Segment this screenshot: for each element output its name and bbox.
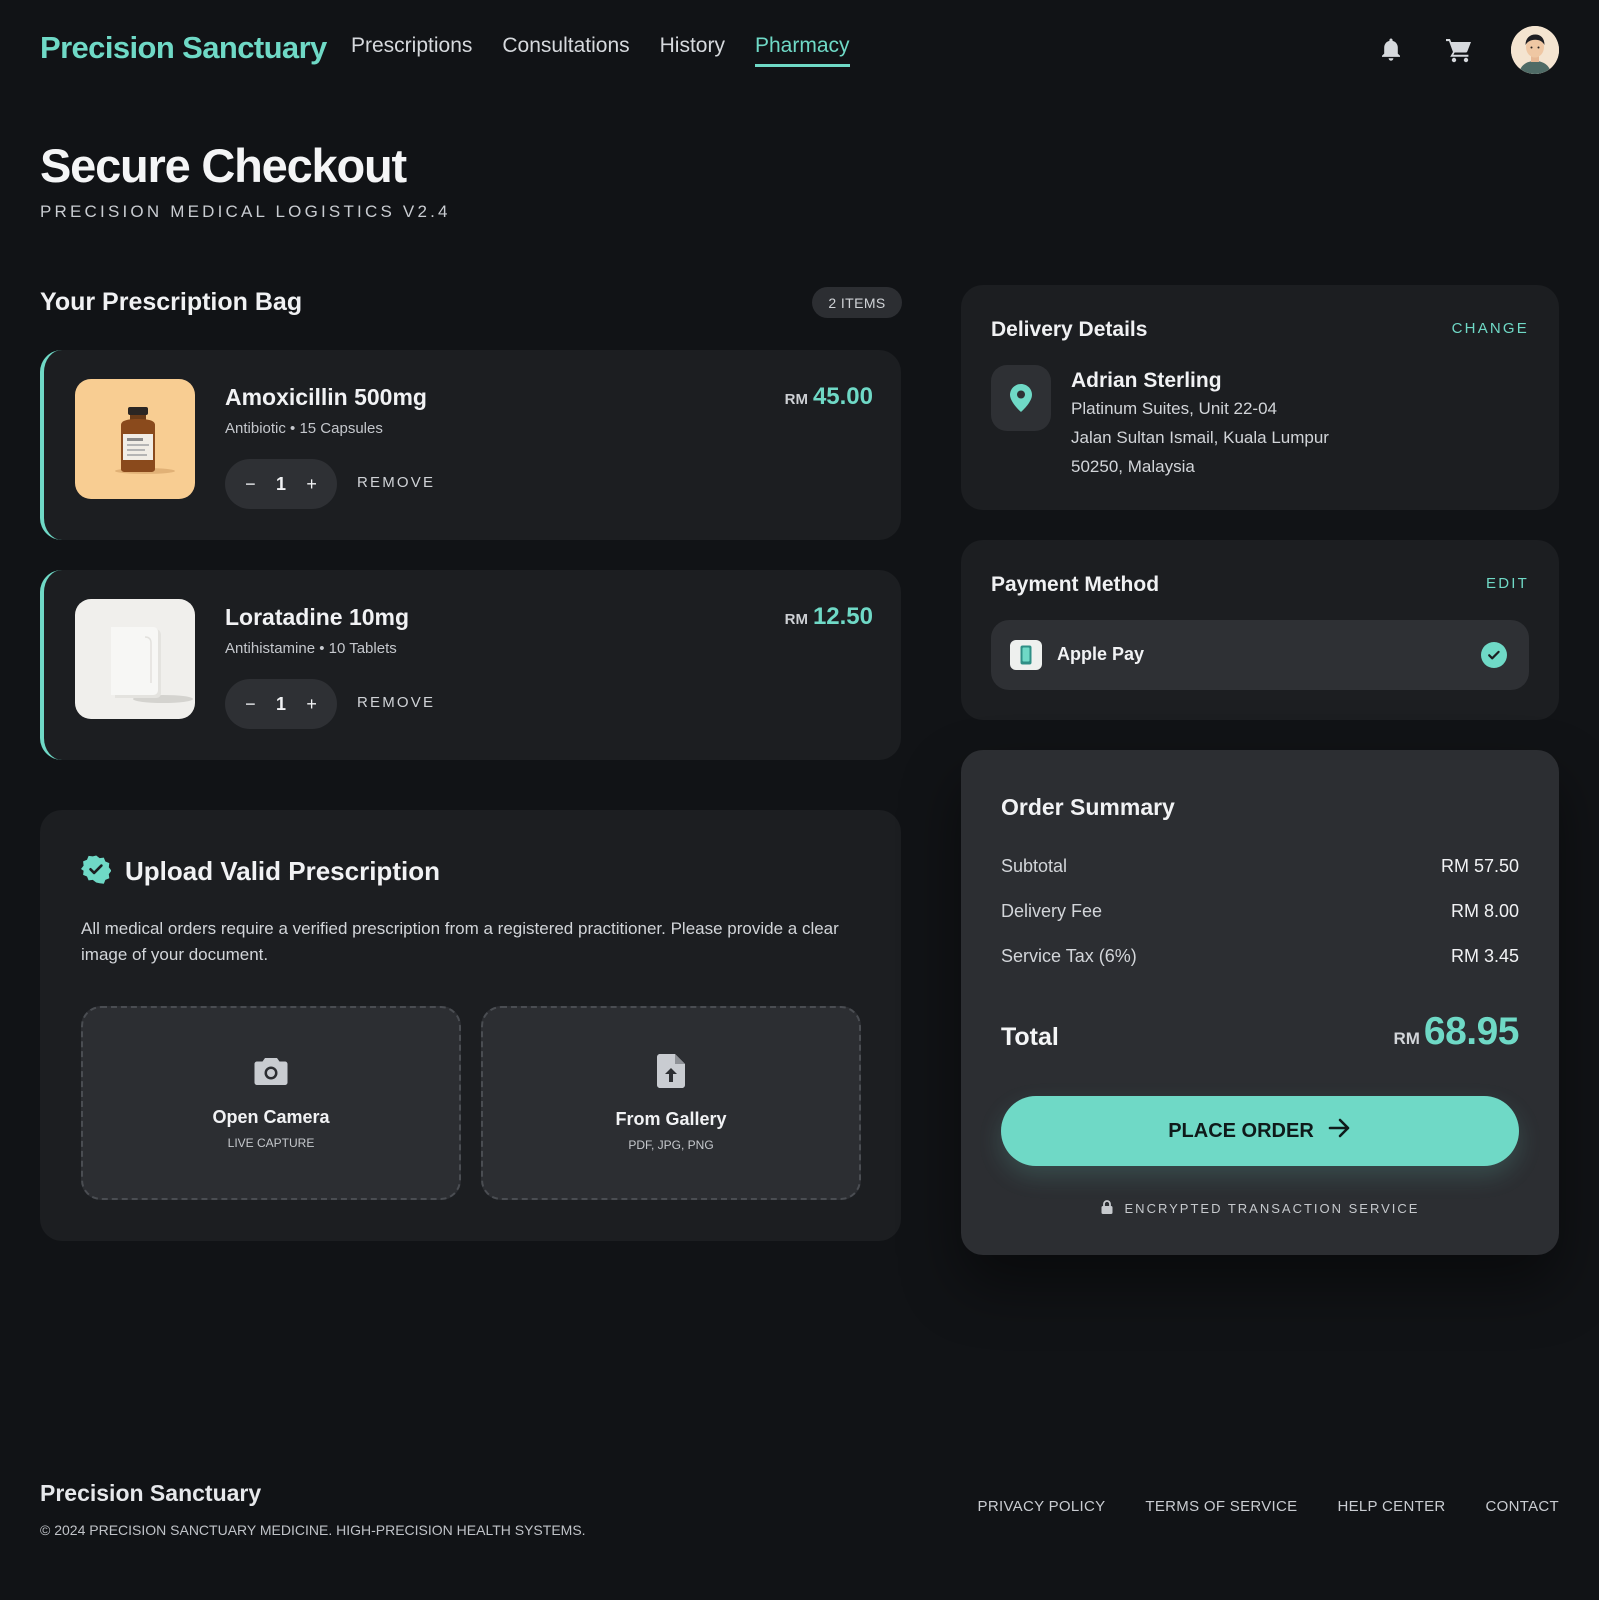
address-line: Platinum Suites, Unit 22-04	[1071, 399, 1277, 418]
main-nav: Prescriptions Consultations History Phar…	[351, 34, 850, 67]
total-currency: RM	[1393, 1029, 1420, 1048]
checkout-page: Precision Sanctuary Prescriptions Consul…	[0, 0, 1599, 1600]
verified-badge-icon	[81, 854, 112, 889]
secure-note-text: ENCRYPTED TRANSACTION SERVICE	[1124, 1201, 1420, 1216]
payment-title: Payment Method	[991, 573, 1160, 596]
payment-option-apple-pay[interactable]: Apple Pay	[991, 620, 1529, 690]
lock-icon	[1101, 1200, 1113, 1217]
payment-method-card: Payment Method EDIT Apple Pay	[961, 540, 1559, 720]
summary-label: Subtotal	[1001, 856, 1068, 876]
quantity-value: 1	[275, 473, 286, 494]
items-count-badge: 2 ITEMS	[812, 287, 902, 318]
phone-icon	[1010, 640, 1042, 670]
nav-prescriptions[interactable]: Prescriptions	[351, 34, 472, 67]
page-title: Secure Checkout	[40, 139, 407, 192]
footer-link-help[interactable]: HELP CENTER	[1337, 1498, 1445, 1515]
price-value: 12.50	[812, 603, 873, 630]
nav-pharmacy[interactable]: Pharmacy	[754, 34, 850, 67]
item-price: RM 12.50	[785, 603, 873, 631]
footer-copyright: © 2024 PRECISION SANCTUARY MEDICINE. HIG…	[40, 1522, 586, 1538]
option-sub: LIVE CAPTURE	[227, 1136, 315, 1150]
upload-prescription-card: Upload Valid Prescription All medical or…	[40, 810, 901, 1241]
edit-payment-button[interactable]: EDIT	[1486, 575, 1529, 592]
decrease-quantity-button[interactable]: −	[238, 474, 262, 495]
brand-logo[interactable]: Precision Sanctuary	[40, 30, 327, 66]
address-line: Jalan Sultan Ismail, Kuala Lumpur	[1071, 428, 1329, 447]
item-meta: Antibiotic • 15 Capsules	[225, 420, 383, 437]
footer-link-contact[interactable]: CONTACT	[1486, 1498, 1559, 1515]
recipient-name: Adrian Sterling	[1071, 369, 1222, 392]
price-value: 45.00	[812, 383, 873, 410]
footer-links: PRIVACY POLICY TERMS OF SERVICE HELP CEN…	[978, 1498, 1559, 1515]
item-name: Amoxicillin 500mg	[225, 384, 427, 410]
order-summary-card: Order Summary Subtotal RM 57.50 Delivery…	[961, 750, 1559, 1255]
summary-label: Delivery Fee	[1001, 901, 1103, 921]
page-subtitle: PRECISION MEDICAL LOGISTICS V2.4	[40, 202, 451, 221]
cart-item-loratadine: Loratadine 10mg Antihistamine • 10 Table…	[40, 570, 901, 760]
remove-item-button[interactable]: REMOVE	[357, 694, 435, 711]
camera-icon	[254, 1056, 288, 1091]
product-image-loratadine	[75, 599, 195, 719]
secure-transaction-note: ENCRYPTED TRANSACTION SERVICE	[961, 1200, 1559, 1217]
price-currency: RM	[784, 611, 808, 628]
address-line: 50250, Malaysia	[1071, 457, 1195, 476]
payment-method-label: Apple Pay	[1057, 644, 1145, 664]
item-name: Loratadine 10mg	[225, 604, 410, 630]
price-currency: RM	[784, 391, 808, 408]
from-gallery-button[interactable]: From Gallery PDF, JPG, PNG	[481, 1006, 861, 1200]
location-pin-icon	[991, 365, 1051, 431]
option-sub: PDF, JPG, PNG	[628, 1138, 714, 1152]
change-address-button[interactable]: CHANGE	[1452, 320, 1529, 337]
summary-value: RM 3.45	[1450, 946, 1519, 966]
summary-row-subtotal: Subtotal RM 57.50	[1001, 856, 1519, 877]
summary-title: Order Summary	[1001, 794, 1175, 820]
increase-quantity-button[interactable]: +	[300, 474, 324, 495]
total-value: 68.95	[1423, 1010, 1520, 1053]
footer-link-terms[interactable]: TERMS OF SERVICE	[1145, 1498, 1297, 1515]
place-order-label: PLACE ORDER	[1168, 1119, 1314, 1142]
bell-icon[interactable]	[1375, 34, 1407, 66]
cart-icon[interactable]	[1443, 34, 1475, 66]
summary-value: RM 8.00	[1450, 901, 1519, 921]
product-image-amoxicillin	[75, 379, 195, 499]
open-camera-button[interactable]: Open Camera LIVE CAPTURE	[81, 1006, 461, 1200]
option-label: From Gallery	[615, 1109, 727, 1129]
top-navigation-bar: Precision Sanctuary Prescriptions Consul…	[0, 0, 1599, 100]
summary-row-service-tax: Service Tax (6%) RM 3.45	[1001, 946, 1519, 967]
bag-title: Your Prescription Bag	[40, 288, 303, 316]
footer-brand: Precision Sanctuary	[40, 1480, 262, 1506]
increase-quantity-button[interactable]: +	[300, 694, 324, 715]
upload-description: All medical orders require a verified pr…	[81, 919, 839, 964]
footer-link-privacy[interactable]: PRIVACY POLICY	[978, 1498, 1106, 1515]
quantity-stepper: − 1 +	[225, 679, 337, 729]
remove-item-button[interactable]: REMOVE	[357, 474, 435, 491]
item-price: RM 45.00	[785, 383, 873, 411]
cart-item-amoxicillin: Amoxicillin 500mg Antibiotic • 15 Capsul…	[40, 350, 901, 540]
total-amount: RM 68.95	[1393, 1010, 1519, 1054]
decrease-quantity-button[interactable]: −	[238, 694, 262, 715]
delivery-details-card: Delivery Details CHANGE Adrian Sterling …	[961, 285, 1559, 510]
quantity-value: 1	[275, 693, 286, 714]
place-order-button[interactable]: PLACE ORDER	[1001, 1096, 1519, 1166]
nav-consultations[interactable]: Consultations	[502, 34, 629, 67]
summary-value: RM 57.50	[1440, 856, 1519, 876]
nav-history[interactable]: History	[660, 34, 725, 67]
item-meta: Antihistamine • 10 Tablets	[225, 640, 397, 657]
quantity-stepper: − 1 +	[225, 459, 337, 509]
check-circle-icon	[1481, 642, 1507, 668]
header-actions	[1375, 26, 1559, 74]
upload-title: Upload Valid Prescription	[125, 856, 440, 886]
option-label: Open Camera	[212, 1107, 330, 1127]
delivery-title: Delivery Details	[991, 318, 1148, 341]
arrow-right-icon	[1328, 1117, 1352, 1145]
total-label: Total	[1001, 1023, 1059, 1051]
summary-label: Service Tax (6%)	[1001, 946, 1137, 966]
summary-row-delivery-fee: Delivery Fee RM 8.00	[1001, 901, 1519, 922]
avatar[interactable]	[1511, 26, 1559, 74]
upload-header: Upload Valid Prescription	[81, 854, 440, 889]
file-upload-icon	[657, 1054, 685, 1093]
